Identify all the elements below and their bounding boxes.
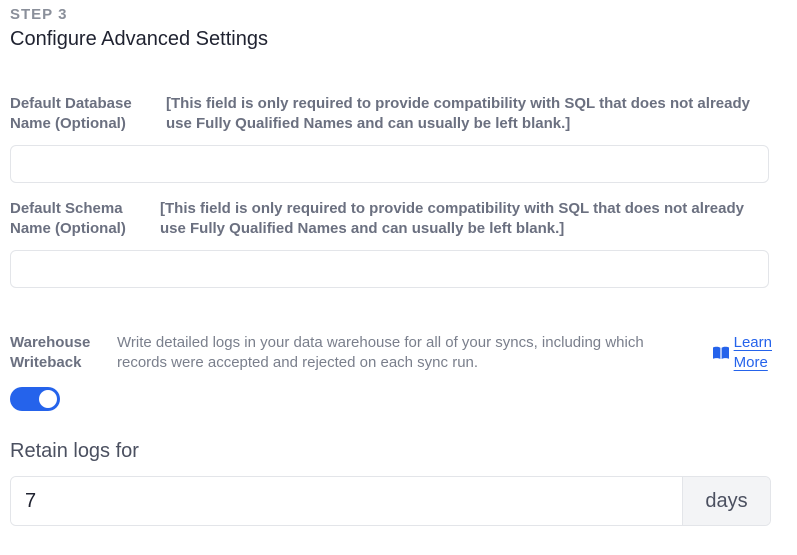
warehouse-writeback-description: Write detailed logs in your data warehou…	[117, 334, 644, 371]
schema-field-note: [This field is only required to provide …	[160, 200, 744, 237]
page-title: Configure Advanced Settings	[10, 28, 268, 50]
database-field-header: Default Database Name (Optional) [This f…	[10, 94, 766, 134]
retain-logs-group: days	[10, 476, 771, 526]
step-label: STEP 3	[10, 6, 68, 23]
default-schema-input[interactable]	[10, 250, 769, 288]
retain-logs-unit: days	[682, 477, 770, 525]
default-database-input[interactable]	[10, 145, 769, 183]
toggle-knob	[39, 390, 57, 408]
learn-more-link[interactable]: Learn More	[712, 333, 772, 373]
database-field-note: [This field is only required to provide …	[166, 95, 750, 132]
schema-field-header: Default Schema Name (Optional) [This fie…	[10, 199, 760, 239]
book-icon	[712, 346, 730, 360]
warehouse-writeback-label: Warehouse Writeback	[10, 334, 91, 371]
retain-logs-input[interactable]	[11, 477, 682, 525]
learn-more-label: Learn More	[733, 334, 772, 371]
database-field-label: Default Database Name (Optional)	[10, 95, 132, 132]
schema-field-label: Default Schema Name (Optional)	[10, 200, 126, 237]
retain-logs-label: Retain logs for	[10, 440, 139, 462]
warehouse-writeback-row: Warehouse Writeback Write detailed logs …	[10, 333, 772, 373]
warehouse-writeback-toggle[interactable]	[10, 387, 60, 411]
